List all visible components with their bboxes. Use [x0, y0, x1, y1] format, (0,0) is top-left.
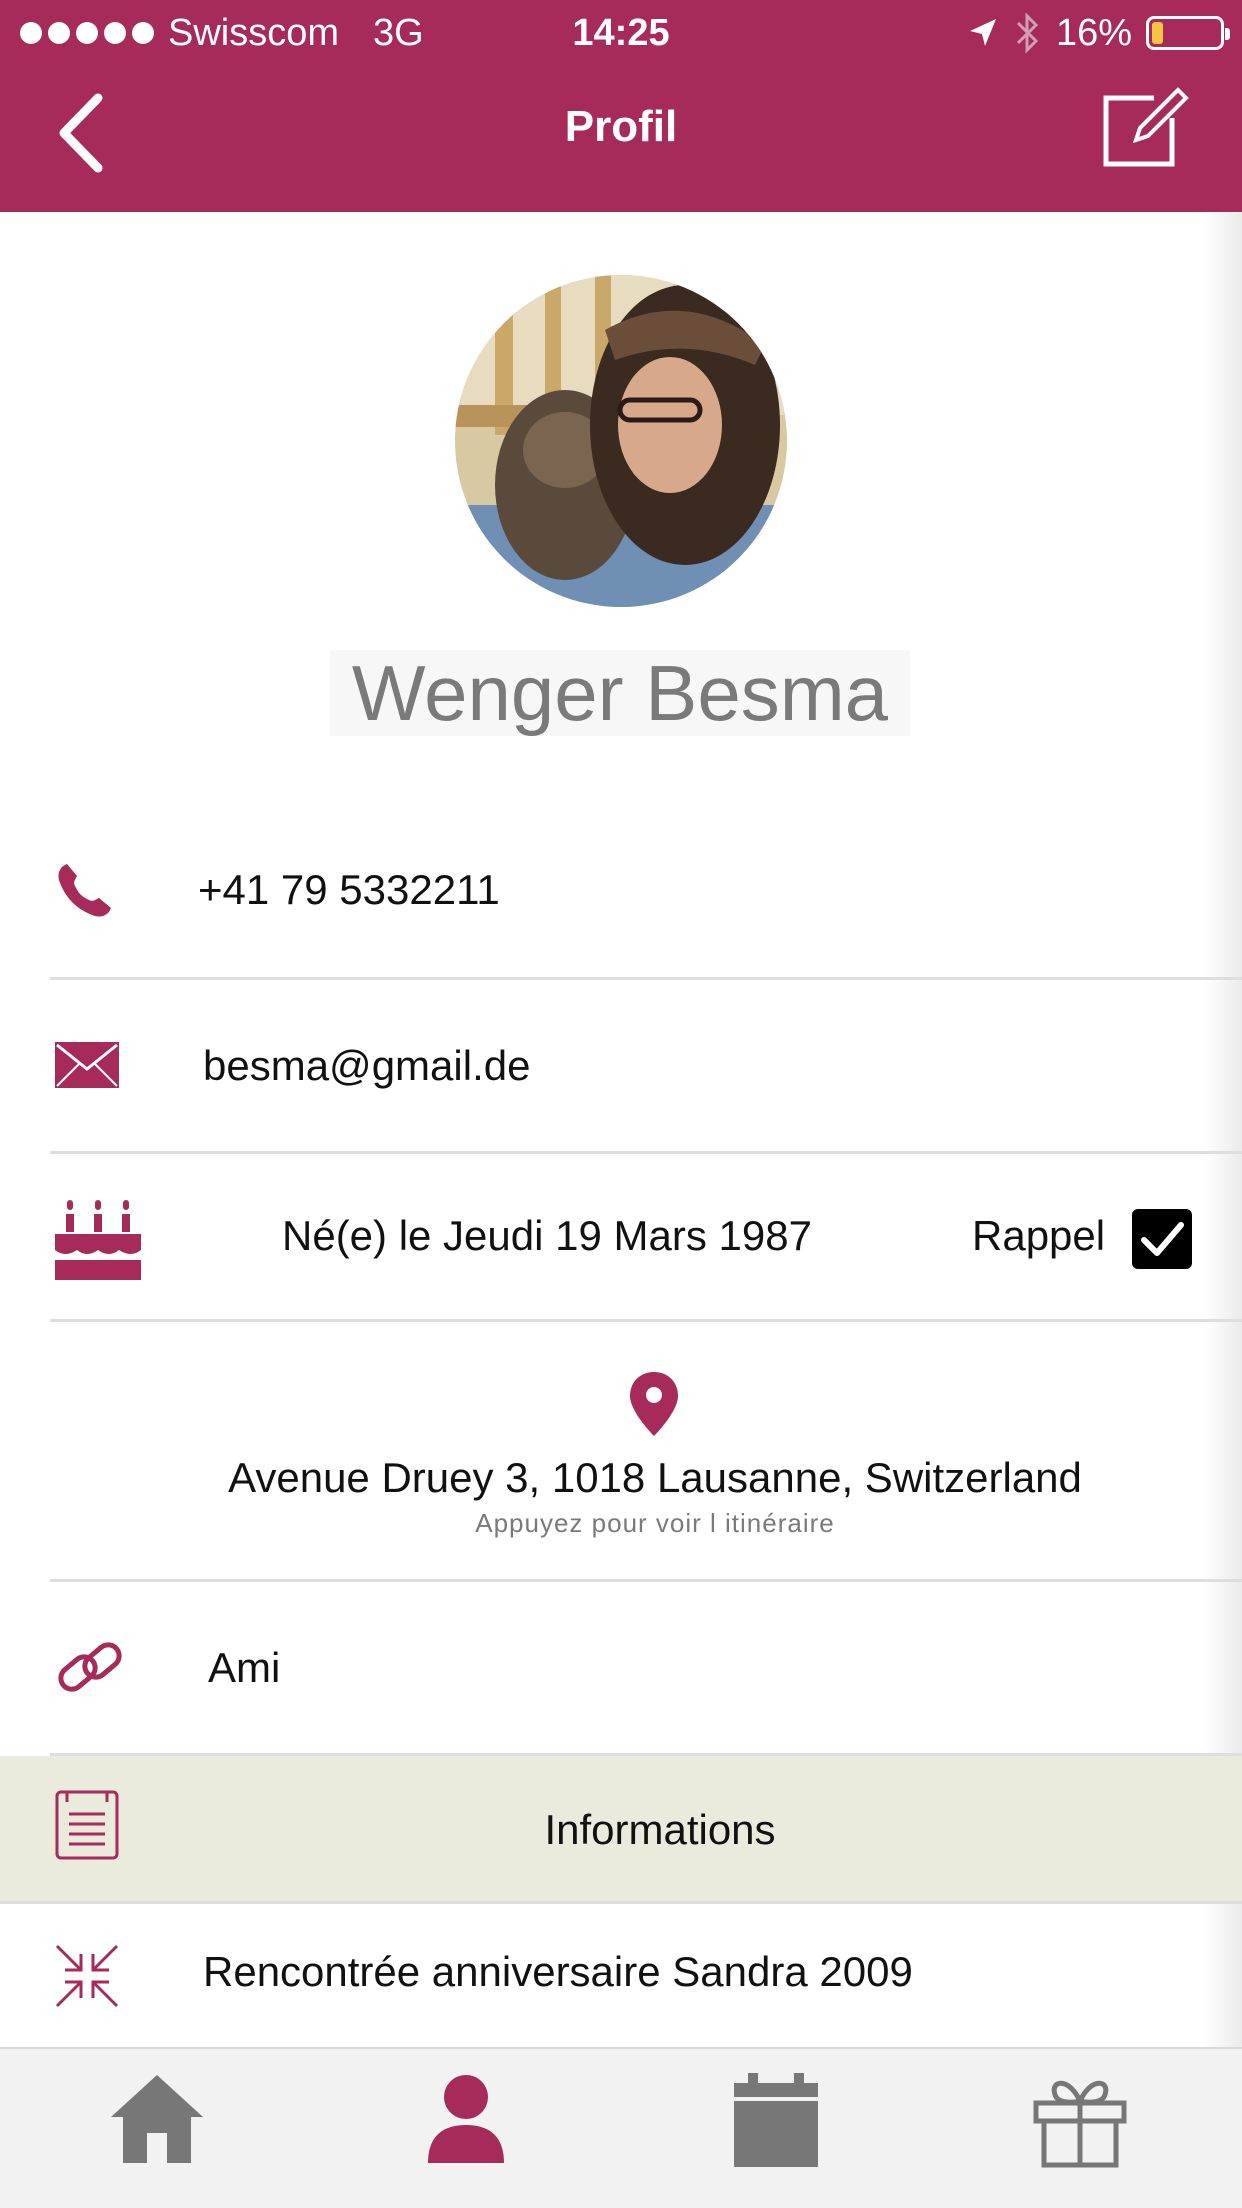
- app-header: Swisscom 3G 14:25 16% Profil: [0, 0, 1242, 212]
- profile-name: Wenger Besma: [330, 650, 910, 736]
- email-row[interactable]: besma@gmail.de: [50, 980, 1242, 1154]
- note-row: Rencontrée anniversaire Sandra 2009: [50, 1904, 1242, 2047]
- map-pin-icon: [630, 1372, 678, 1436]
- edit-icon[interactable]: [1096, 78, 1192, 174]
- checkmark-icon: [1141, 1222, 1184, 1256]
- address-text[interactable]: Avenue Druey 3, 1018 Lausanne, Switzerla…: [0, 1454, 1242, 1502]
- avatar[interactable]: [455, 275, 787, 607]
- birthday-cake-icon: [55, 1200, 141, 1280]
- reminder-label: Rappel: [972, 1212, 1106, 1259]
- location-arrow-icon: [969, 19, 996, 46]
- phone-icon: [58, 864, 111, 917]
- address-row-divider: [50, 1322, 1242, 1582]
- tab-bar: [0, 2047, 1242, 2208]
- informations-section-header: Informations: [0, 1756, 1242, 1904]
- birthday-row: Né(e) le Jeudi 19 Mars 1987 Rappel: [50, 1154, 1242, 1322]
- note-text: Rencontrée anniversaire Sandra 2009: [203, 1948, 913, 1995]
- status-bar: Swisscom 3G 14:25 16%: [0, 0, 1242, 66]
- tab-calendar-icon[interactable]: [726, 2069, 826, 2169]
- nav-bar: Profil: [0, 66, 1242, 212]
- address-hint[interactable]: Appuyez pour voir l itinéraire: [0, 1508, 1242, 1539]
- status-right: 16%: [966, 0, 1230, 66]
- birthday-text: Né(e) le Jeudi 19 Mars 1987: [282, 1212, 812, 1259]
- informations-title: Informations: [544, 1806, 776, 1853]
- phone-row[interactable]: +41 79 5332211: [50, 800, 1242, 980]
- shrink-arrows-icon: [55, 1944, 119, 2008]
- relation-row[interactable]: Ami: [50, 1582, 1242, 1756]
- envelope-icon: [55, 1042, 119, 1088]
- avatar-photo: [455, 275, 787, 607]
- bluetooth-icon: [1016, 12, 1039, 54]
- battery-icon: [1146, 16, 1230, 50]
- tab-profile-user-icon[interactable]: [416, 2069, 516, 2169]
- battery-fill: [1152, 22, 1163, 44]
- page-title: Profil: [564, 102, 678, 151]
- phone-number[interactable]: +41 79 5332211: [198, 866, 500, 914]
- reminder-checkbox[interactable]: [1132, 1209, 1192, 1269]
- relation-text: Ami: [208, 1644, 281, 1691]
- battery-percent: 16%: [1055, 12, 1132, 54]
- email-address[interactable]: besma@gmail.de: [203, 1042, 530, 1090]
- tab-gift-icon[interactable]: [1030, 2069, 1130, 2169]
- link-icon: [58, 1642, 122, 1692]
- tab-home-icon[interactable]: [107, 2069, 207, 2169]
